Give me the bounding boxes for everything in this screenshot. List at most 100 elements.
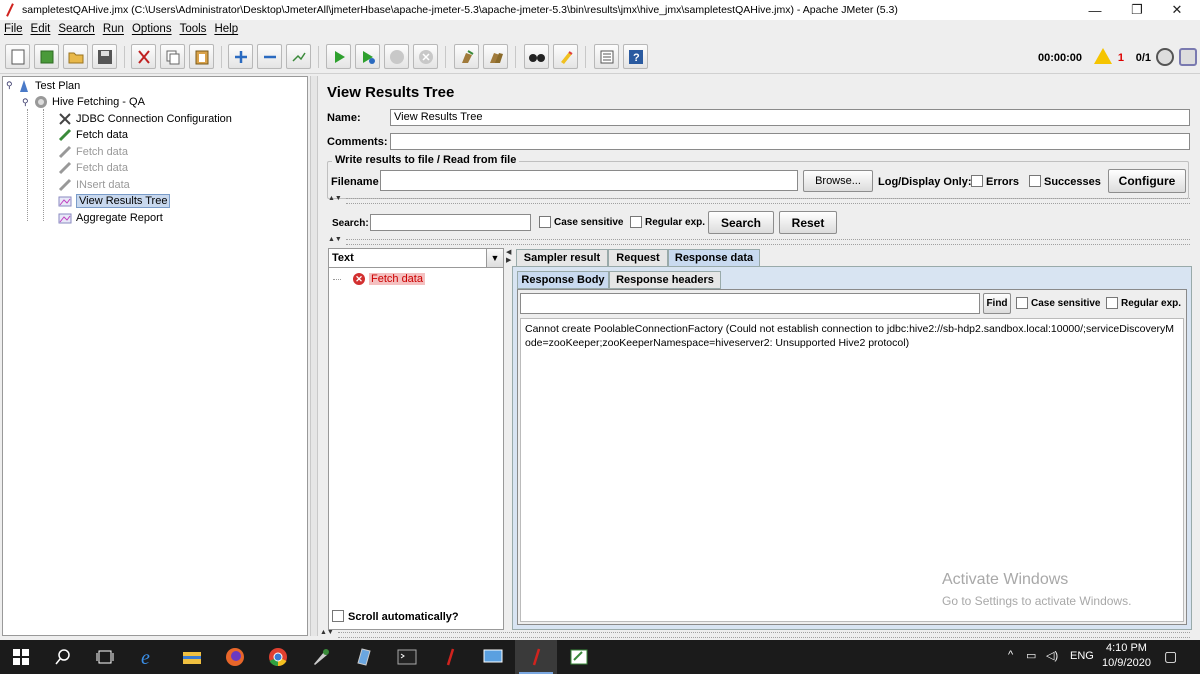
tree-node-aggregate-report[interactable]: Aggregate Report xyxy=(57,210,163,226)
clear-icon[interactable] xyxy=(454,44,479,69)
splitter-handle[interactable] xyxy=(310,76,318,636)
tree-node-thread-group[interactable]: Hive Fetching - QA xyxy=(33,94,145,110)
jmeter-icon[interactable] xyxy=(515,640,557,674)
menu-options[interactable]: Options xyxy=(132,23,172,35)
expand-icon[interactable] xyxy=(228,44,253,69)
tree-node-insert-data[interactable]: INsert data xyxy=(57,177,130,193)
comments-field[interactable] xyxy=(390,133,1190,150)
tree-node-jdbc-config[interactable]: JDBC Connection Configuration xyxy=(57,111,232,127)
save-icon[interactable] xyxy=(92,44,117,69)
editor-icon[interactable] xyxy=(558,640,600,674)
clear-all-icon[interactable] xyxy=(483,44,508,69)
tab-response-body[interactable]: Response Body xyxy=(517,271,609,289)
shutdown-icon[interactable] xyxy=(413,44,438,69)
test-plan-icon xyxy=(16,78,32,94)
volume-icon[interactable]: ◁) xyxy=(1046,649,1058,662)
minimize-button[interactable]: — xyxy=(1072,0,1118,20)
templates-icon[interactable] xyxy=(34,44,59,69)
menu-run[interactable]: Run xyxy=(103,23,124,35)
name-field[interactable]: View Results Tree xyxy=(390,109,1190,126)
collapse-icon[interactable] xyxy=(257,44,282,69)
task-view-icon[interactable] xyxy=(84,640,126,674)
firefox-icon[interactable] xyxy=(214,640,256,674)
search-input[interactable] xyxy=(370,214,531,231)
find-button[interactable]: Find xyxy=(983,293,1011,314)
reset-button[interactable]: Reset xyxy=(779,211,837,234)
listener-icon xyxy=(57,193,73,209)
filename-field[interactable] xyxy=(380,170,798,191)
terminal-icon[interactable] xyxy=(386,640,428,674)
menu-help[interactable]: Help xyxy=(214,23,238,35)
tree-node-view-results-tree[interactable]: View Results Tree xyxy=(57,193,171,209)
scroll-auto-checkbox[interactable] xyxy=(332,610,344,622)
menu-search[interactable]: Search xyxy=(58,23,94,35)
splitter-arrows-icon[interactable]: ◀ ▶ xyxy=(506,248,511,264)
find-case-checkbox[interactable] xyxy=(1016,297,1028,309)
start-no-pause-icon[interactable] xyxy=(355,44,380,69)
log-viewer-icon[interactable] xyxy=(1179,48,1197,66)
warning-count[interactable]: 1 xyxy=(1118,52,1124,64)
menu-file[interactable]: File xyxy=(4,23,23,35)
network-icon[interactable]: ▭ xyxy=(1026,649,1036,662)
tree-expander-icon[interactable]: ⚲ xyxy=(6,80,13,91)
tree-node-fetch-data-disabled[interactable]: Fetch data xyxy=(57,144,128,160)
tool-icon[interactable] xyxy=(300,640,342,674)
tab-response-headers[interactable]: Response headers xyxy=(609,271,721,289)
copy-icon[interactable] xyxy=(160,44,185,69)
response-text[interactable]: Cannot create PoolableConnectionFactory … xyxy=(520,318,1184,622)
cut-icon[interactable] xyxy=(131,44,156,69)
tab-response-data[interactable]: Response data xyxy=(668,249,760,267)
file-explorer-icon[interactable] xyxy=(171,640,213,674)
renderer-select[interactable]: Text ▼ xyxy=(329,249,503,268)
tree-node-test-plan[interactable]: Test Plan xyxy=(16,78,80,94)
edge-icon[interactable]: e xyxy=(128,640,170,674)
menu-tools[interactable]: Tools xyxy=(180,23,207,35)
collapse-arrows-icon[interactable]: ▲▼ xyxy=(320,629,334,636)
close-button[interactable]: ✕ xyxy=(1154,0,1200,20)
search-icon[interactable] xyxy=(42,640,84,674)
remote-desktop-icon[interactable] xyxy=(472,640,514,674)
notepad-icon[interactable] xyxy=(343,640,385,674)
menu-bar: File Edit Search Run Options Tools Help xyxy=(0,20,1200,38)
browse-button[interactable]: Browse... xyxy=(803,170,873,192)
reset-search-icon[interactable] xyxy=(553,44,578,69)
find-input[interactable] xyxy=(520,293,980,314)
help-icon[interactable]: ? xyxy=(623,44,648,69)
toggle-icon[interactable] xyxy=(286,44,311,69)
tree-node-fetch-data[interactable]: Fetch data xyxy=(57,127,128,143)
paste-icon[interactable] xyxy=(189,44,214,69)
tray-chevron-icon[interactable]: ^ xyxy=(1008,649,1013,661)
tree-expander-icon[interactable]: ⚲ xyxy=(22,97,29,108)
new-icon[interactable] xyxy=(5,44,30,69)
clock-date[interactable]: 10/9/2020 xyxy=(1102,657,1151,669)
collapse-arrows-icon[interactable]: ▲▼ xyxy=(328,195,342,202)
configure-button[interactable]: Configure xyxy=(1108,169,1186,193)
stop-icon[interactable] xyxy=(384,44,409,69)
function-helper-icon[interactable] xyxy=(594,44,619,69)
regex-label: Regular exp. xyxy=(645,217,706,228)
errors-checkbox[interactable] xyxy=(971,175,983,187)
remote-start-icon[interactable] xyxy=(1156,48,1174,66)
successes-checkbox[interactable] xyxy=(1029,175,1041,187)
find-regex-checkbox[interactable] xyxy=(1106,297,1118,309)
case-sensitive-checkbox[interactable] xyxy=(539,216,551,228)
clock-time[interactable]: 4:10 PM xyxy=(1106,642,1147,654)
tab-sampler-result[interactable]: Sampler result xyxy=(516,249,608,267)
notifications-icon[interactable]: ▢ xyxy=(1164,648,1177,665)
start-icon[interactable] xyxy=(326,44,351,69)
search-icon[interactable] xyxy=(524,44,549,69)
chevron-down-icon[interactable]: ▼ xyxy=(486,249,503,267)
language-indicator[interactable]: ENG xyxy=(1070,650,1094,662)
jmeter-icon[interactable] xyxy=(429,640,471,674)
search-button[interactable]: Search xyxy=(708,211,774,234)
result-item[interactable]: ✕ Fetch data xyxy=(333,273,425,285)
windows-start-icon[interactable] xyxy=(0,640,42,674)
regex-checkbox[interactable] xyxy=(630,216,642,228)
tree-node-fetch-data-disabled[interactable]: Fetch data xyxy=(57,160,128,176)
open-icon[interactable] xyxy=(63,44,88,69)
chrome-icon[interactable] xyxy=(257,640,299,674)
menu-edit[interactable]: Edit xyxy=(31,23,51,35)
tab-request[interactable]: Request xyxy=(608,249,668,267)
collapse-arrows-icon[interactable]: ▲▼ xyxy=(328,236,342,243)
warning-icon[interactable] xyxy=(1094,48,1112,64)
